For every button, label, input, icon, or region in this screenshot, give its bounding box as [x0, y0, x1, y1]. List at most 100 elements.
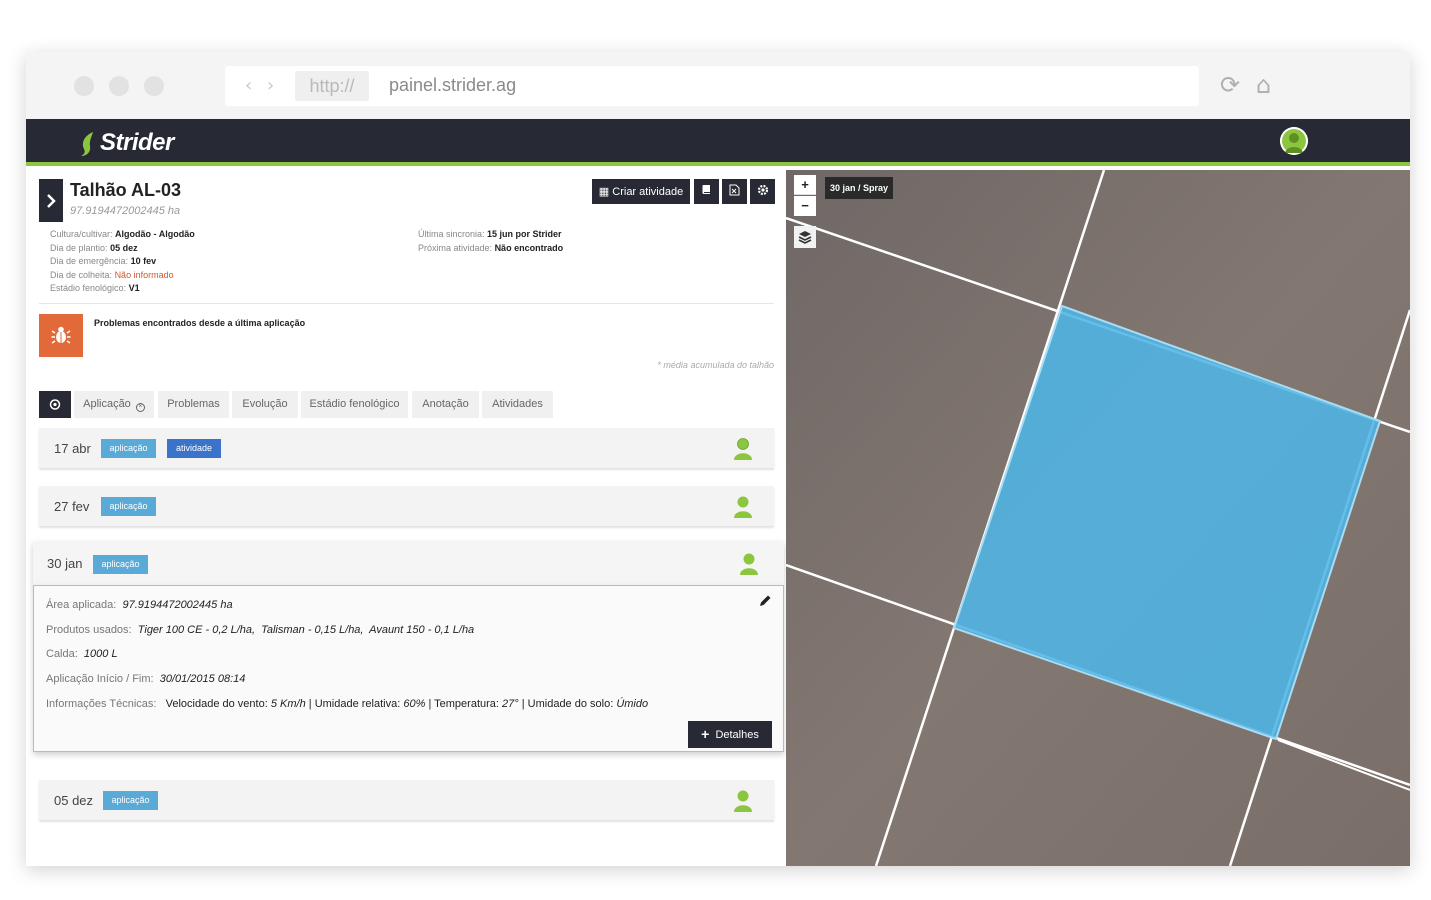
badge-aplicacao: aplicação — [101, 439, 156, 458]
temperature-label: Temperatura: — [434, 698, 499, 710]
detail-label: Aplicação Início / Fim: — [46, 673, 154, 685]
bug-icon — [51, 326, 71, 344]
problems-alert-icon-box — [39, 314, 83, 357]
field-title: Talhão AL-03 — [70, 180, 182, 200]
tab-filter-toggle[interactable] — [39, 391, 71, 418]
url-protocol: http:// — [295, 71, 369, 101]
user-icon — [734, 790, 752, 812]
info-emergence-day: Dia de emergência: 10 fev — [50, 255, 195, 269]
field-info-left: Cultura/cultivar: Algodão - Algodão Dia … — [50, 228, 195, 296]
field-info-right: Última sincronia: 15 jun por Strider Pró… — [418, 228, 563, 255]
settings-button[interactable] — [750, 179, 775, 204]
book-button[interactable] — [694, 179, 719, 204]
wind-value: 5 Km/h — [270, 698, 306, 710]
user-icon — [734, 496, 752, 518]
wind-label: Velocidade do vento: — [165, 698, 268, 710]
calendar-icon: ▦ — [598, 185, 610, 198]
url-text[interactable]: painel.strider.ag — [389, 75, 516, 96]
home-icon[interactable]: ⌂ — [1256, 72, 1271, 98]
info-label: Cultura/cultivar: — [50, 229, 113, 239]
timeline-card-30jan[interactable]: 30 jan aplicação — [33, 542, 784, 586]
detail-value: 97.9194472002445 ha — [122, 599, 233, 611]
application-detail-panel: Área aplicada: 97.9194472002445 ha Produ… — [33, 585, 784, 752]
excel-export-button[interactable] — [722, 179, 747, 204]
create-activity-button[interactable]: ▦ Criar atividade — [592, 179, 690, 204]
excel-file-icon — [729, 184, 740, 196]
separator: | — [428, 698, 432, 710]
gear-icon — [757, 184, 768, 196]
detail-label: Informações Técnicas: — [46, 698, 157, 710]
badge-aplicacao: aplicação — [103, 791, 158, 810]
info-label: Estádio fenológico: — [50, 283, 127, 294]
timeline-card-17abr[interactable]: 17 abr aplicação atividade — [39, 428, 774, 468]
soil-humidity-value: Úmido — [616, 698, 649, 710]
tab-atividades[interactable]: Atividades — [482, 391, 553, 418]
window-maximize-dot[interactable] — [144, 76, 164, 96]
detail-label: Área aplicada: — [46, 599, 117, 611]
app-logo[interactable]: Strider — [100, 129, 174, 157]
detail-value: 1000 L — [83, 648, 118, 660]
details-button[interactable]: + Detalhes — [688, 721, 772, 748]
info-next-activity: Próxima atividade: Não encontrado — [418, 242, 563, 256]
pencil-icon[interactable] — [758, 594, 772, 608]
info-value: Algodão - Algodão — [115, 229, 195, 239]
card-date: 17 abr — [54, 441, 91, 456]
map-overlay-label: 30 jan / Spray — [825, 177, 894, 199]
detail-technical-row: Informações Técnicas: Velocidade do vent… — [46, 698, 648, 710]
info-label: Dia de emergência: — [50, 256, 129, 267]
detail-value: Tiger 100 CE - 0,2 L/ha, Talisman - 0,15… — [137, 624, 475, 636]
tab-aplicacao[interactable]: Aplicação × — [74, 391, 154, 418]
field-area: 97.9194472002445 ha — [70, 205, 181, 217]
forward-icon[interactable]: › — [267, 75, 274, 96]
card-date: 30 jan — [47, 556, 83, 571]
details-button-label: Detalhes — [715, 729, 759, 741]
window-minimize-dot[interactable] — [109, 76, 129, 96]
remove-filter-icon[interactable]: × — [135, 403, 145, 412]
zoom-in-button[interactable]: + — [794, 175, 816, 195]
tab-estadio-fenologico[interactable]: Estádio fenológico — [301, 391, 408, 418]
browser-chrome: ‹ › http:// painel.strider.ag ⟳ ⌂ — [26, 52, 1410, 119]
timeline-card-05dez[interactable]: 05 dez aplicação — [39, 780, 774, 820]
detail-area-row: Área aplicada: 97.9194472002445 ha — [46, 599, 233, 611]
window-close-dot[interactable] — [74, 76, 94, 96]
badge-aplicacao: aplicação — [101, 497, 156, 516]
layers-button[interactable] — [794, 226, 816, 248]
reload-icon[interactable]: ⟳ — [1220, 72, 1240, 98]
book-icon — [702, 185, 710, 194]
back-icon[interactable]: ‹ — [245, 75, 252, 96]
user-icon — [734, 438, 752, 460]
info-value: 05 dez — [110, 242, 138, 253]
card-date: 27 fev — [54, 499, 90, 514]
chevron-right-icon — [47, 193, 56, 208]
address-bar[interactable]: ‹ › http:// painel.strider.ag — [225, 66, 1199, 106]
create-activity-label: Criar atividade — [612, 186, 684, 198]
info-planting-day: Dia de plantio: 05 dez — [50, 242, 195, 256]
info-label: Última sincronia: — [418, 229, 485, 239]
user-avatar[interactable] — [1280, 127, 1308, 155]
info-crop: Cultura/cultivar: Algodão - Algodão — [50, 228, 195, 242]
separator: | — [308, 698, 312, 710]
app-navbar: Strider — [26, 119, 1410, 166]
detail-label: Calda: — [46, 648, 78, 660]
tab-problemas[interactable]: Problemas — [158, 391, 229, 418]
badge-aplicacao: aplicação — [93, 555, 148, 574]
info-value: Não encontrado — [494, 242, 564, 253]
user-icon — [740, 553, 758, 575]
browser-window: ‹ › http:// painel.strider.ag ⟳ ⌂ Stride… — [26, 52, 1410, 866]
info-value-warning: Não informado — [114, 269, 174, 280]
map-canvas — [786, 170, 1410, 866]
target-icon — [49, 399, 61, 410]
layers-icon — [798, 231, 812, 244]
plus-icon: + — [701, 726, 710, 742]
tab-anotacao[interactable]: Anotação — [412, 391, 479, 418]
info-value: 15 jun por Strider — [487, 229, 562, 239]
strider-leaf-icon — [81, 132, 93, 156]
tab-evolucao[interactable]: Evolução — [232, 391, 298, 418]
timeline-card-27fev[interactable]: 27 fev aplicação — [39, 486, 774, 526]
average-note: * média acumulada do talhão — [657, 360, 774, 370]
badge-atividade: atividade — [167, 439, 221, 458]
expand-panel-button[interactable] — [39, 179, 63, 222]
zoom-out-button[interactable]: − — [794, 196, 816, 216]
info-last-sync: Última sincronia: 15 jun por Strider — [418, 228, 563, 242]
satellite-map[interactable]: + − 30 jan / Spray — [786, 170, 1410, 866]
